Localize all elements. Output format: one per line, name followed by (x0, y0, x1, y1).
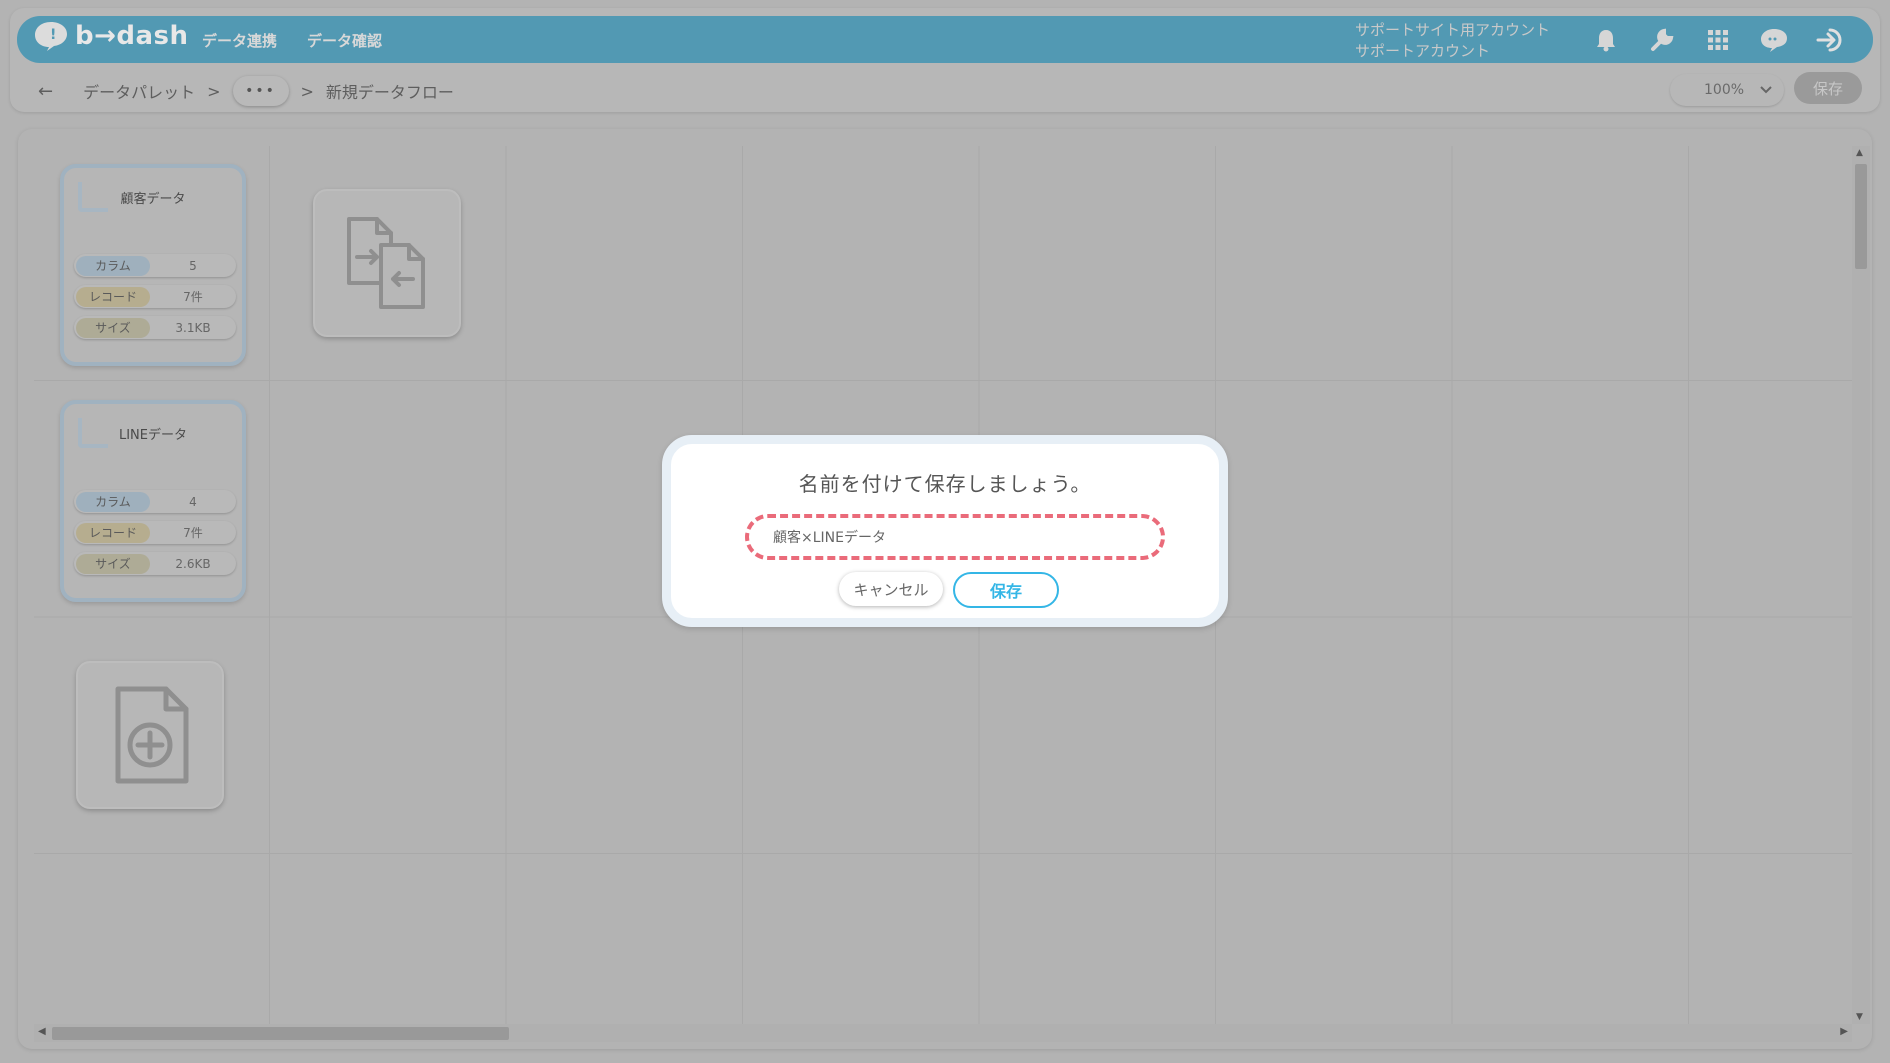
stat-row-records: レコード 7件 (74, 521, 236, 544)
breadcrumb-current: 新規データフロー (325, 83, 454, 102)
stat-value: 7件 (183, 526, 203, 540)
data-card-stats: カラム 5 レコード 7件 サイズ 3.1KB (74, 254, 236, 339)
scroll-right-icon[interactable]: ▶ (1840, 1026, 1848, 1037)
chevron-down-icon (1760, 82, 1772, 98)
stat-value: 5 (189, 258, 197, 273)
stat-row-size: サイズ 3.1KB (74, 316, 236, 339)
nav-item-data-check[interactable]: データ確認 (307, 30, 382, 51)
dialog-actions: キャンセル 保存 (671, 572, 1219, 608)
back-arrow-icon[interactable]: ← (38, 81, 53, 102)
stat-value: 2.6KB (175, 556, 211, 571)
stat-label: レコード (76, 286, 150, 307)
vertical-scrollbar[interactable]: ▲ ▼ (1852, 146, 1870, 1024)
data-card-stats: カラム 4 レコード 7件 サイズ 2.6KB (74, 490, 236, 575)
stat-row-size: サイズ 2.6KB (74, 552, 236, 575)
vertical-scroll-thumb[interactable] (1855, 164, 1867, 269)
file-merge-icon (347, 217, 425, 309)
data-card[interactable]: 顧客データ カラム 5 レコード 7件 サイズ 3.1KB (60, 164, 246, 366)
account-info[interactable]: サポートサイト用アカウント サポートアカウント (1355, 20, 1550, 62)
save-button[interactable]: 保存 (1794, 72, 1862, 104)
nav-item-data-integration[interactable]: データ連携 (202, 30, 277, 51)
grid-icon[interactable] (1703, 25, 1733, 55)
stat-label: カラム (76, 255, 150, 276)
scroll-up-icon[interactable]: ▲ (1856, 148, 1863, 158)
zoom-select[interactable]: 100% (1670, 74, 1784, 106)
brand-logo[interactable]: ! b→dash (33, 20, 189, 52)
merge-data-button[interactable] (313, 189, 461, 337)
name-field-wrapper (745, 514, 1165, 560)
stat-row-columns: カラム 4 (74, 490, 236, 513)
flow-name-input[interactable] (749, 518, 1161, 556)
scroll-left-icon[interactable]: ◀ (38, 1026, 46, 1037)
logout-icon[interactable] (1815, 25, 1845, 55)
chat-icon[interactable] (1759, 25, 1789, 55)
save-name-dialog: 名前を付けて保存しましょう。 キャンセル 保存 (662, 435, 1228, 627)
stat-row-records: レコード 7件 (74, 285, 236, 308)
scroll-down-icon[interactable]: ▼ (1856, 1012, 1863, 1022)
stat-value: 3.1KB (175, 320, 211, 335)
account-name-line1: サポートサイト用アカウント (1355, 21, 1551, 39)
top-nav-bar: ! b→dash データ連携 データ確認 サポートサイト用アカウント サポートア… (17, 16, 1873, 63)
breadcrumb-root[interactable]: データパレット (83, 79, 195, 103)
dialog-title: 名前を付けて保存しましょう。 (798, 472, 1092, 496)
stat-value: 7件 (183, 290, 203, 304)
data-card-title: 顧客データ (120, 192, 186, 207)
account-name-line2: サポートアカウント (1355, 42, 1491, 60)
stat-label: カラム (76, 491, 150, 512)
svg-text:!: ! (50, 27, 56, 43)
header-icons (1591, 25, 1845, 55)
logo-bubble-icon: ! (33, 20, 69, 52)
stat-row-columns: カラム 5 (74, 254, 236, 277)
dialog-save-button[interactable]: 保存 (953, 572, 1059, 608)
brand-name: b→dash (75, 21, 189, 51)
breadcrumb-more-button[interactable]: ••• (232, 76, 289, 106)
main-nav: データ連携 データ確認 (202, 30, 382, 51)
breadcrumb-separator: > (300, 81, 314, 101)
breadcrumb-separator: > (207, 81, 221, 101)
wrench-icon[interactable] (1647, 25, 1677, 55)
zoom-value: 100% (1704, 82, 1745, 98)
stat-label: サイズ (76, 553, 150, 574)
file-add-icon (115, 686, 189, 784)
stat-label: サイズ (76, 317, 150, 338)
stat-label: レコード (76, 522, 150, 543)
cancel-button[interactable]: キャンセル (839, 572, 943, 606)
bell-icon[interactable] (1591, 25, 1621, 55)
data-card[interactable]: LINEデータ カラム 4 レコード 7件 サイズ 2.6KB (60, 400, 246, 602)
app-page: ! b→dash データ連携 データ確認 サポートサイト用アカウント サポートア… (0, 0, 1890, 1063)
breadcrumb: ← データパレット > ••• > 新規データフロー (38, 76, 454, 106)
horizontal-scroll-thumb[interactable] (52, 1027, 509, 1040)
add-data-button[interactable] (76, 661, 224, 809)
stat-value: 4 (189, 494, 197, 509)
horizontal-scrollbar[interactable]: ◀ ▶ (34, 1024, 1852, 1042)
data-card-title: LINEデータ (118, 428, 187, 443)
